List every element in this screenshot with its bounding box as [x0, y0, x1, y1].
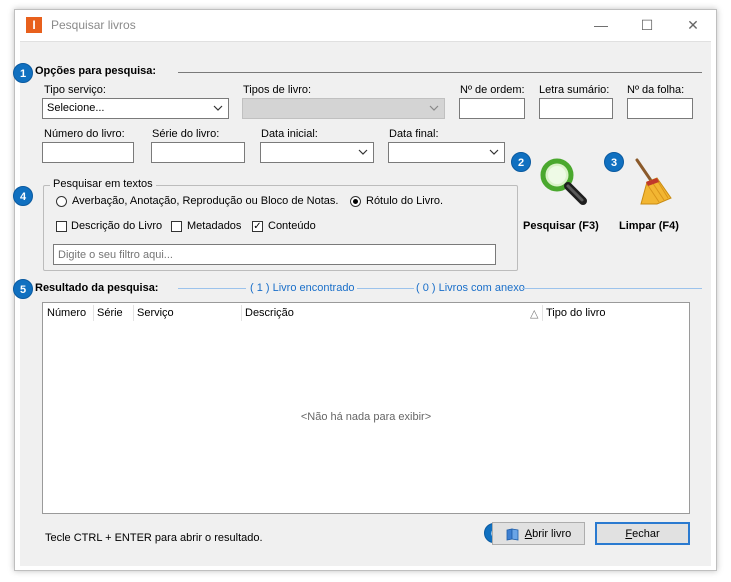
maximize-icon: ☐	[640, 16, 654, 33]
open-book-button[interactable]: Abrir livro	[492, 522, 585, 545]
chevron-down-icon	[429, 105, 439, 111]
badge-1: 1	[13, 63, 33, 83]
options-divider	[178, 72, 702, 73]
column-header-descricao[interactable]: Descrição	[245, 307, 294, 319]
data-final-label: Data final:	[389, 128, 439, 140]
column-separator[interactable]	[241, 305, 242, 321]
app-icon: I	[26, 17, 42, 33]
window-title: Pesquisar livros	[51, 18, 136, 32]
radio-rotulo-label: Rótulo do Livro.	[366, 195, 444, 207]
book-icon	[506, 528, 519, 540]
checkbox-conteudo-label: Conteúdo	[268, 220, 316, 232]
tipo-servico-label: Tipo serviço:	[44, 84, 106, 96]
data-inicial-picker[interactable]	[260, 142, 374, 163]
books-annex-count: ( 0 ) Livros com anexo	[416, 282, 525, 294]
sort-ascending-icon: △	[530, 308, 539, 320]
radio-rotulo[interactable]	[350, 196, 361, 207]
numero-livro-label: Número do livro:	[44, 128, 125, 140]
checkbox-metadados[interactable]	[171, 221, 182, 232]
column-header-numero[interactable]: Número	[47, 307, 86, 319]
results-divider-2	[357, 288, 414, 289]
broom-icon[interactable]	[627, 158, 675, 208]
data-final-picker[interactable]	[388, 142, 505, 163]
serie-livro-input[interactable]	[151, 142, 245, 163]
results-table[interactable]: Número Série Serviço Descrição △ Tipo do…	[42, 302, 690, 514]
serie-livro-label: Série do livro:	[152, 128, 220, 140]
filter-input[interactable]	[53, 244, 496, 265]
numero-folha-input[interactable]	[627, 98, 693, 119]
checkbox-conteudo[interactable]: ✓	[252, 221, 263, 232]
tipos-livro-select[interactable]	[242, 98, 445, 119]
badge-2: 2	[511, 152, 531, 172]
open-book-label: brir livro	[532, 527, 572, 540]
data-inicial-label: Data inicial:	[261, 128, 318, 140]
tipo-servico-select[interactable]: Selecione...	[42, 98, 229, 119]
close-accel: F	[625, 527, 633, 540]
numero-ordem-input[interactable]	[459, 98, 525, 119]
letra-sumario-input[interactable]	[539, 98, 613, 119]
chevron-down-icon	[358, 149, 368, 155]
open-result-hint: Tecle CTRL + ENTER para abrir o resultad…	[45, 532, 263, 544]
results-divider-3	[522, 288, 702, 289]
close-icon: ✕	[687, 16, 699, 33]
close-label: echar	[632, 527, 660, 540]
tipo-servico-value: Selecione...	[47, 102, 105, 114]
radio-averbacao-label: Averbação, Anotação, Reprodução ou Bloco…	[72, 195, 339, 207]
title-bar: I Pesquisar livros — ☐ ✕	[15, 10, 716, 40]
search-books-window: I Pesquisar livros — ☐ ✕ 1 Opções para p…	[13, 9, 717, 571]
badge-4: 4	[13, 186, 33, 206]
column-header-tipo-livro[interactable]: Tipo do livro	[546, 307, 606, 319]
checkbox-descricao[interactable]	[56, 221, 67, 232]
dialog-body: 1 Opções para pesquisa: Tipo serviço: Se…	[13, 41, 711, 566]
numero-ordem-label: Nº de ordem:	[460, 84, 525, 96]
clear-button-label[interactable]: Limpar (F4)	[619, 220, 679, 232]
column-header-servico[interactable]: Serviço	[137, 307, 174, 319]
chevron-down-icon	[213, 105, 223, 111]
maximize-button[interactable]: ☐	[624, 10, 670, 40]
checkbox-descricao-label: Descrição do Livro	[71, 220, 163, 232]
column-separator[interactable]	[93, 305, 94, 321]
close-window-button[interactable]: ✕	[670, 10, 716, 40]
text-search-legend: Pesquisar em textos	[50, 178, 156, 190]
numero-folha-label: Nº da folha:	[627, 84, 685, 96]
minimize-icon: —	[594, 17, 608, 33]
checkbox-metadados-label: Metadados	[187, 220, 242, 232]
close-button[interactable]: Fechar	[595, 522, 690, 545]
column-header-serie[interactable]: Série	[97, 307, 123, 319]
magnifier-icon[interactable]	[537, 155, 589, 207]
badge-5: 5	[13, 279, 33, 299]
numero-livro-input[interactable]	[42, 142, 134, 163]
results-divider-1	[178, 288, 246, 289]
letra-sumario-label: Letra sumário:	[539, 84, 610, 96]
empty-results-message: <Não há nada para exibir>	[300, 411, 432, 423]
results-section-title: Resultado da pesquisa:	[35, 282, 159, 294]
radio-averbacao[interactable]	[56, 196, 67, 207]
minimize-button[interactable]: —	[578, 10, 624, 40]
open-book-accel: A	[524, 527, 533, 540]
column-separator[interactable]	[542, 305, 543, 321]
options-section-title: Opções para pesquisa:	[35, 65, 157, 77]
tipos-livro-label: Tipos de livro:	[243, 84, 312, 96]
badge-3: 3	[604, 152, 624, 172]
search-button-label[interactable]: Pesquisar (F3)	[523, 220, 599, 232]
column-separator[interactable]	[133, 305, 134, 321]
chevron-down-icon	[489, 149, 499, 155]
books-found-count: ( 1 ) Livro encontrado	[250, 282, 355, 294]
